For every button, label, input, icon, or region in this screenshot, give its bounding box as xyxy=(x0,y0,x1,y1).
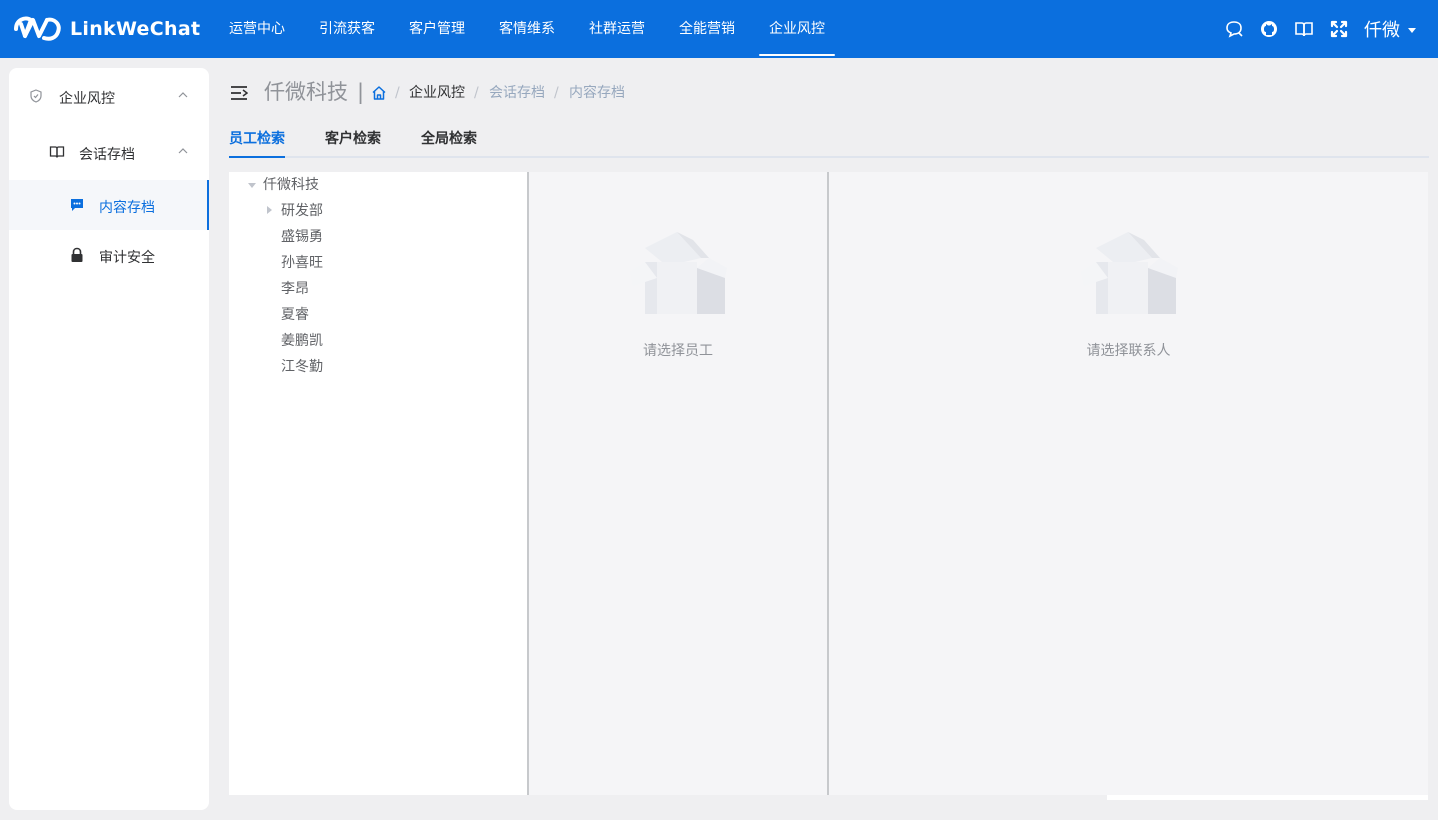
empty-box-icon xyxy=(627,218,727,322)
sidebar-item-label: 内容存档 xyxy=(99,200,155,216)
breadcrumb-item-risk-control[interactable]: 企业风控 xyxy=(409,85,465,101)
sidebar-group-label: 企业风控 xyxy=(59,91,115,107)
breadcrumb-item-content-archive: 内容存档 xyxy=(569,85,625,101)
tree-node-staff[interactable]: 盛锡勇 xyxy=(281,228,323,246)
contact-chat-panel: 请选择联系人 xyxy=(829,172,1428,795)
company-title: 仟微科技 xyxy=(264,80,348,104)
sidebar: 企业风控 会话存档 内容存档 审计安全 xyxy=(9,68,209,810)
shield-icon xyxy=(29,89,43,103)
user-name[interactable]: 仟微 xyxy=(1364,16,1400,42)
nav-item-customer-management[interactable]: 客户管理 xyxy=(392,0,482,58)
nav-item-community-operations[interactable]: 社群运营 xyxy=(572,0,662,58)
sidebar-item-content-archive[interactable]: 内容存档 xyxy=(9,180,209,230)
tree-node-staff[interactable]: 夏睿 xyxy=(281,306,309,324)
chevron-down-icon[interactable] xyxy=(1408,27,1416,33)
nav-item-enterprise-risk-control[interactable]: 企业风控 xyxy=(752,0,842,58)
home-icon[interactable] xyxy=(371,85,387,105)
caret-down-icon[interactable] xyxy=(248,183,256,188)
sidebar-subgroup-label: 会话存档 xyxy=(79,147,135,163)
nav-item-marketing[interactable]: 全能营销 xyxy=(662,0,752,58)
logo-text: LinkWeChat xyxy=(70,18,201,40)
docs-book-icon[interactable] xyxy=(1293,18,1315,40)
tree-node-staff[interactable]: 姜鹏凯 xyxy=(281,332,323,350)
tree-node-staff[interactable]: 孙喜旺 xyxy=(281,254,323,272)
fullscreen-icon[interactable] xyxy=(1328,18,1350,40)
breadcrumb-separator: / xyxy=(474,85,479,101)
tree-node-department[interactable]: 研发部 xyxy=(281,202,323,220)
tree-node-staff[interactable]: 李昂 xyxy=(281,280,309,298)
book-open-icon xyxy=(49,144,65,160)
empty-contact-text: 请选择联系人 xyxy=(1086,343,1171,359)
nav-item-lead-acquisition[interactable]: 引流获客 xyxy=(302,0,392,58)
chat-help-icon[interactable] xyxy=(1223,18,1245,40)
message-icon xyxy=(69,197,85,213)
active-tab-indicator xyxy=(229,156,285,158)
tree-node-root[interactable]: 仟微科技 xyxy=(263,176,319,194)
search-tabs: 员工检索 客户检索 全局检索 xyxy=(229,122,1429,158)
lock-icon xyxy=(69,247,85,263)
sidebar-subgroup-session-archive[interactable]: 会话存档 xyxy=(9,124,209,180)
github-icon[interactable] xyxy=(1258,18,1280,40)
menu-toggle-icon[interactable] xyxy=(230,84,249,102)
top-navbar: LinkWeChat 运营中心 引流获客 客户管理 客情维系 社群运营 全能营销… xyxy=(0,0,1438,58)
tab-global-search[interactable]: 全局检索 xyxy=(421,128,477,148)
nav-item-operations-center[interactable]: 运营中心 xyxy=(212,0,302,58)
sidebar-group-risk-control[interactable]: 企业风控 xyxy=(9,68,209,124)
empty-staff-text: 请选择员工 xyxy=(643,343,713,359)
breadcrumb-item-session-archive[interactable]: 会话存档 xyxy=(489,85,545,101)
tab-staff-search[interactable]: 员工检索 xyxy=(229,128,285,148)
tree-node-staff[interactable]: 江冬勤 xyxy=(281,358,323,376)
logo[interactable]: LinkWeChat xyxy=(14,14,200,44)
caret-right-icon[interactable] xyxy=(267,206,272,214)
linkwechat-logo-icon xyxy=(14,16,61,41)
nav-item-customer-relations[interactable]: 客情维系 xyxy=(482,0,572,58)
empty-box-icon xyxy=(1078,218,1178,322)
top-right-toolbar: 仟微 xyxy=(1210,0,1416,58)
org-tree-panel: 仟微科技 研发部 盛锡勇 孙喜旺 李昂 夏睿 姜鹏凯 江冬勤 xyxy=(229,172,527,795)
top-nav: 运营中心 引流获客 客户管理 客情维系 社群运营 全能营销 企业风控 xyxy=(212,0,842,58)
breadcrumb-separator: / xyxy=(395,85,400,101)
staff-chat-panel: 请选择员工 xyxy=(529,172,827,795)
title-divider: | xyxy=(357,80,365,104)
chevron-up-icon xyxy=(177,89,189,105)
chevron-up-icon xyxy=(177,145,189,161)
breadcrumb-separator: / xyxy=(554,85,559,101)
sidebar-item-label: 审计安全 xyxy=(99,250,155,266)
tab-customer-search[interactable]: 客户检索 xyxy=(325,128,381,148)
panel-footer-strip xyxy=(1107,795,1428,800)
sidebar-item-audit-security[interactable]: 审计安全 xyxy=(9,230,209,280)
